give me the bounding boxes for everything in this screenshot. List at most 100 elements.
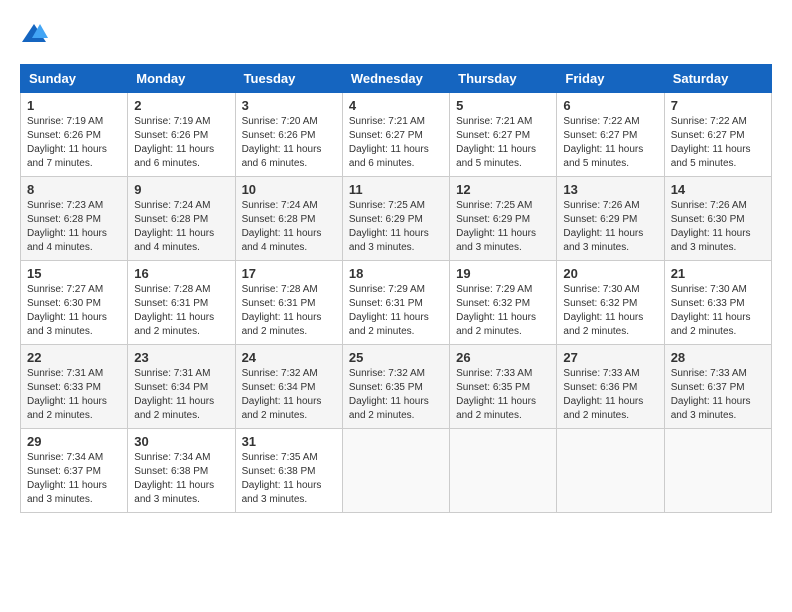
daylight-label: Daylight: 11 hours and 3 minutes. <box>134 480 214 505</box>
sunset-label: Sunset: 6:29 PM <box>349 214 423 225</box>
sunset-label: Sunset: 6:26 PM <box>242 130 316 141</box>
sunrise-label: Sunrise: 7:33 AM <box>456 368 532 379</box>
day-number: 27 <box>563 350 657 365</box>
calendar-cell: 3Sunrise: 7:20 AMSunset: 6:26 PMDaylight… <box>235 93 342 177</box>
calendar-cell: 30 Sunrise: 7:34 AMSunset: 6:38 PMDayligh… <box>128 429 235 513</box>
header-tuesday: Tuesday <box>235 65 342 93</box>
day-info: Sunrise: 7:34 AMSunset: 6:38 PMDaylight:… <box>134 451 228 507</box>
sunrise-label: Sunrise: 7:31 AM <box>134 368 210 379</box>
header-wednesday: Wednesday <box>342 65 449 93</box>
day-info: Sunrise: 7:24 AMSunset: 6:28 PMDaylight:… <box>134 199 228 255</box>
calendar-week-5: 29Sunrise: 7:34 AMSunset: 6:37 PMDayligh… <box>21 429 772 513</box>
sunrise-label: Sunrise: 7:29 AM <box>349 284 425 295</box>
calendar-cell: 20 Sunrise: 7:30 AMSunset: 6:32 PMDayligh… <box>557 261 664 345</box>
daylight-label: Daylight: 11 hours and 3 minutes. <box>27 480 107 505</box>
sunrise-label: Sunrise: 7:33 AM <box>671 368 747 379</box>
calendar-cell: 23Sunrise: 7:31 AMSunset: 6:34 PMDayligh… <box>128 345 235 429</box>
calendar-cell: 9Sunrise: 7:24 AMSunset: 6:28 PMDaylight… <box>128 177 235 261</box>
sunset-label: Sunset: 6:35 PM <box>349 382 423 393</box>
daylight-label: Daylight: 11 hours and 2 minutes. <box>456 396 536 421</box>
day-info: Sunrise: 7:28 AMSunset: 6:31 PMDaylight:… <box>134 283 228 339</box>
calendar-week-4: 22Sunrise: 7:31 AMSunset: 6:33 PMDayligh… <box>21 345 772 429</box>
calendar-cell: 12Sunrise: 7:25 AMSunset: 6:29 PMDayligh… <box>450 177 557 261</box>
sunrise-label: Sunrise: 7:19 AM <box>134 116 210 127</box>
daylight-label: Daylight: 11 hours and 6 minutes. <box>349 144 429 169</box>
day-number: 21 <box>671 266 765 281</box>
page-header <box>20 20 772 48</box>
daylight-label: Daylight: 11 hours and 5 minutes. <box>563 144 643 169</box>
calendar-cell: 21 Sunrise: 7:30 AMSunset: 6:33 PMDayligh… <box>664 261 771 345</box>
day-number: 10 <box>242 182 336 197</box>
logo <box>20 20 52 48</box>
calendar-cell: 26 Sunrise: 7:33 AM Sunset: 6:35 PM Dayligh… <box>450 345 557 429</box>
calendar-cell: 15Sunrise: 7:27 AMSunset: 6:30 PMDayligh… <box>21 261 128 345</box>
daylight-label: Daylight: 11 hours and 6 minutes. <box>134 144 214 169</box>
sunset-label: Sunset: 6:27 PM <box>456 130 530 141</box>
day-info: Sunrise: 7:34 AMSunset: 6:37 PMDaylight:… <box>27 451 121 507</box>
day-number: 26 <box>456 350 550 365</box>
sunset-label: Sunset: 6:38 PM <box>134 466 208 477</box>
day-info: Sunrise: 7:21 AMSunset: 6:27 PMDaylight:… <box>456 115 550 171</box>
daylight-label: Daylight: 11 hours and 7 minutes. <box>27 144 107 169</box>
calendar-cell: 31Sunrise: 7:35 AMSunset: 6:38 PMDayligh… <box>235 429 342 513</box>
sunrise-label: Sunrise: 7:28 AM <box>134 284 210 295</box>
sunrise-label: Sunrise: 7:22 AM <box>563 116 639 127</box>
day-number: 24 <box>242 350 336 365</box>
header-thursday: Thursday <box>450 65 557 93</box>
calendar-cell: 17Sunrise: 7:28 AMSunset: 6:31 PMDayligh… <box>235 261 342 345</box>
day-info: Sunrise: 7:28 AMSunset: 6:31 PMDaylight:… <box>242 283 336 339</box>
sunrise-label: Sunrise: 7:19 AM <box>27 116 103 127</box>
daylight-label: Daylight: 11 hours and 6 minutes. <box>242 144 322 169</box>
day-info: Sunrise: 7:19 AMSunset: 6:26 PMDaylight:… <box>27 115 121 171</box>
header-monday: Monday <box>128 65 235 93</box>
daylight-label: Daylight: 11 hours and 2 minutes. <box>671 312 751 337</box>
day-number: 23 <box>134 350 228 365</box>
day-number: 19 <box>456 266 550 281</box>
calendar-cell: 27 Sunrise: 7:33 AMSunset: 6:36 PMDayligh… <box>557 345 664 429</box>
sunset-label: Sunset: 6:37 PM <box>27 466 101 477</box>
sunset-label: Sunset: 6:28 PM <box>134 214 208 225</box>
day-info: Sunrise: 7:33 AMSunset: 6:37 PMDaylight:… <box>671 367 765 423</box>
daylight-label: Daylight: 11 hours and 5 minutes. <box>671 144 751 169</box>
sunrise-label: Sunrise: 7:31 AM <box>27 368 103 379</box>
calendar-cell: 29Sunrise: 7:34 AMSunset: 6:37 PMDayligh… <box>21 429 128 513</box>
day-info: Sunrise: 7:25 AMSunset: 6:29 PMDaylight:… <box>456 199 550 255</box>
daylight-label: Daylight: 11 hours and 4 minutes. <box>134 228 214 253</box>
calendar-cell <box>664 429 771 513</box>
day-info: Sunrise: 7:29 AMSunset: 6:32 PMDaylight:… <box>456 283 550 339</box>
day-number: 30 <box>134 434 228 449</box>
day-info: Sunrise: 7:30 AMSunset: 6:33 PMDaylight:… <box>671 283 765 339</box>
calendar-cell: 1Sunrise: 7:19 AMSunset: 6:26 PMDaylight… <box>21 93 128 177</box>
daylight-label: Daylight: 11 hours and 3 minutes. <box>242 480 322 505</box>
sunset-label: Sunset: 6:33 PM <box>671 298 745 309</box>
day-number: 22 <box>27 350 121 365</box>
daylight-label: Daylight: 11 hours and 2 minutes. <box>242 396 322 421</box>
day-number: 16 <box>134 266 228 281</box>
calendar-cell: 6Sunrise: 7:22 AMSunset: 6:27 PMDaylight… <box>557 93 664 177</box>
calendar-cell: 13Sunrise: 7:26 AMSunset: 6:29 PMDayligh… <box>557 177 664 261</box>
calendar-cell: 10Sunrise: 7:24 AMSunset: 6:28 PMDayligh… <box>235 177 342 261</box>
header-saturday: Saturday <box>664 65 771 93</box>
sunset-label: Sunset: 6:34 PM <box>134 382 208 393</box>
sunset-label: Sunset: 6:31 PM <box>134 298 208 309</box>
daylight-label: Daylight: 11 hours and 5 minutes. <box>456 144 536 169</box>
day-number: 14 <box>671 182 765 197</box>
sunset-label: Sunset: 6:27 PM <box>671 130 745 141</box>
calendar-cell <box>342 429 449 513</box>
sunrise-label: Sunrise: 7:35 AM <box>242 452 318 463</box>
sunset-label: Sunset: 6:32 PM <box>456 298 530 309</box>
sunset-label: Sunset: 6:27 PM <box>349 130 423 141</box>
day-info: Sunrise: 7:26 AMSunset: 6:29 PMDaylight:… <box>563 199 657 255</box>
sunset-label: Sunset: 6:37 PM <box>671 382 745 393</box>
sunrise-label: Sunrise: 7:29 AM <box>456 284 532 295</box>
day-number: 20 <box>563 266 657 281</box>
day-info: Sunrise: 7:30 AMSunset: 6:32 PMDaylight:… <box>563 283 657 339</box>
header-sunday: Sunday <box>21 65 128 93</box>
sunset-label: Sunset: 6:31 PM <box>349 298 423 309</box>
daylight-label: Daylight: 11 hours and 2 minutes. <box>563 396 643 421</box>
day-info: Sunrise: 7:33 AMSunset: 6:36 PMDaylight:… <box>563 367 657 423</box>
daylight-label: Daylight: 11 hours and 2 minutes. <box>242 312 322 337</box>
calendar-week-3: 15Sunrise: 7:27 AMSunset: 6:30 PMDayligh… <box>21 261 772 345</box>
daylight-label: Daylight: 11 hours and 4 minutes. <box>242 228 322 253</box>
sunset-label: Sunset: 6:35 PM <box>456 382 530 393</box>
